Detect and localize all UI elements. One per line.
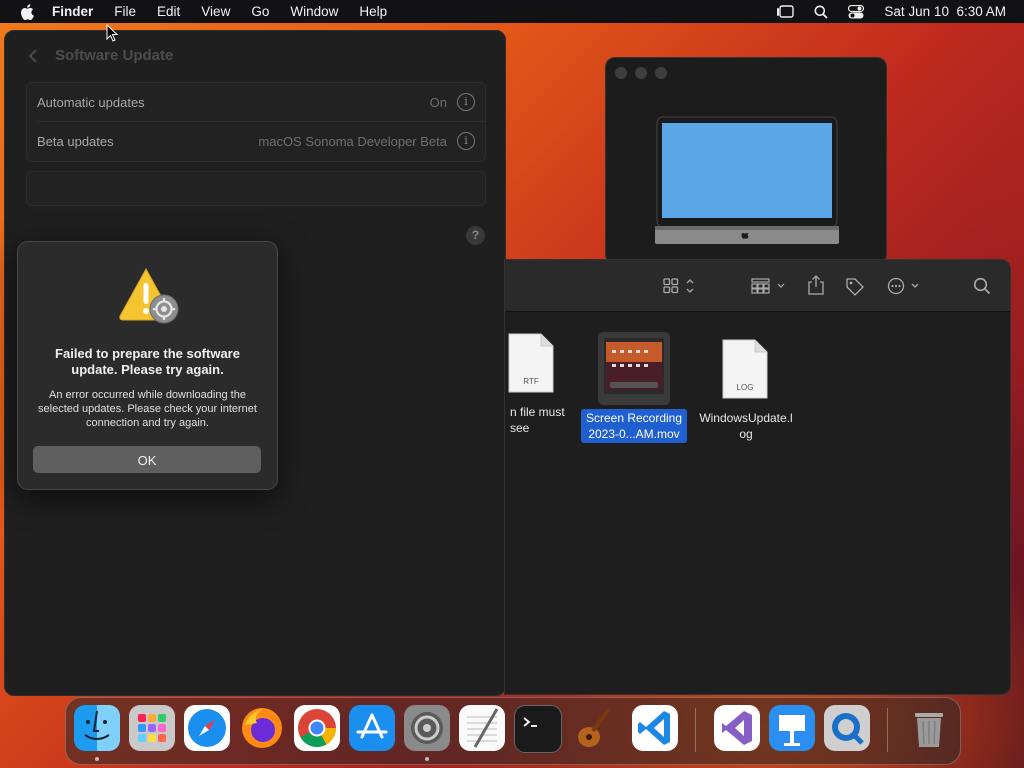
group-by-icon[interactable] xyxy=(751,277,789,300)
finder-window: RTF n file must see Screen Recording 202… xyxy=(504,259,1011,695)
info-icon[interactable]: i xyxy=(457,93,475,111)
menu-go[interactable]: Go xyxy=(251,4,269,19)
view-grid-icon[interactable] xyxy=(663,277,697,300)
beta-updates-row[interactable]: Beta updates macOS Sonoma Developer Beta… xyxy=(27,122,485,160)
finder-dock-icon[interactable] xyxy=(74,705,120,751)
warning-gear-icon xyxy=(118,266,180,326)
imac-preview-window xyxy=(605,57,887,264)
dock xyxy=(65,697,961,765)
finder-toolbar xyxy=(505,260,1010,312)
log-document-icon: LOG xyxy=(722,339,768,399)
safari-dock-icon[interactable] xyxy=(184,705,230,751)
automatic-updates-row[interactable]: Automatic updates On i xyxy=(27,83,485,121)
file-name: WindowsUpdate.log xyxy=(699,411,793,441)
apple-menu-icon[interactable] xyxy=(20,3,34,20)
help-icon[interactable]: ? xyxy=(466,226,485,245)
tag-icon[interactable] xyxy=(845,277,865,302)
file-name: Screen Recording 2023-0...AM.mov xyxy=(581,409,687,443)
mouse-cursor-icon xyxy=(106,24,119,42)
dock-separator xyxy=(695,708,696,752)
share-icon[interactable] xyxy=(807,274,825,301)
back-chevron-icon[interactable] xyxy=(27,47,39,65)
file-item[interactable]: RTF n file must see xyxy=(505,332,565,437)
more-actions-icon[interactable] xyxy=(887,277,923,300)
svg-text:RTF: RTF xyxy=(523,377,539,386)
file-item-selected[interactable]: Screen Recording 2023-0...AM.mov xyxy=(579,332,689,443)
menu-bar: Finder File Edit View Go Window Help Sat… xyxy=(0,0,1024,23)
dock-separator xyxy=(887,708,888,752)
menu-file[interactable]: File xyxy=(114,4,136,19)
menu-window[interactable]: Window xyxy=(290,4,338,19)
svg-text:LOG: LOG xyxy=(737,383,754,392)
file-item[interactable]: LOG WindowsUpdate.log xyxy=(691,332,801,443)
beta-updates-value: macOS Sonoma Developer Beta xyxy=(258,134,447,149)
window-controls xyxy=(615,67,667,79)
chrome-dock-icon[interactable] xyxy=(294,705,340,751)
update-settings-panel: Automatic updates On i Beta updates macO… xyxy=(26,82,486,162)
quicktime-dock-icon[interactable] xyxy=(824,705,870,751)
alert-message: An error occurred while downloading the … xyxy=(38,389,257,429)
menu-clock[interactable]: Sat Jun 10 6:30 AM xyxy=(884,4,1006,19)
update-status-box xyxy=(26,171,486,206)
vscode-dock-icon[interactable] xyxy=(632,705,678,751)
zoom-button[interactable] xyxy=(655,67,667,79)
firefox-dock-icon[interactable] xyxy=(239,705,285,751)
search-icon[interactable] xyxy=(973,277,991,300)
minimize-button[interactable] xyxy=(635,67,647,79)
system-settings-dock-icon[interactable] xyxy=(404,705,450,751)
automatic-updates-value: On xyxy=(429,95,447,110)
imac-icon xyxy=(655,116,839,244)
menu-help[interactable]: Help xyxy=(359,4,387,19)
trash-dock-icon[interactable] xyxy=(906,705,952,751)
info-icon[interactable]: i xyxy=(457,132,475,150)
running-indicator xyxy=(95,757,99,761)
rtf-document-icon: RTF xyxy=(508,333,554,393)
error-alert-dialog: Failed to prepare the software update. P… xyxy=(17,241,278,490)
menu-app-name[interactable]: Finder xyxy=(52,4,93,19)
launchpad-dock-icon[interactable] xyxy=(129,705,175,751)
video-thumbnail xyxy=(598,332,670,405)
beta-updates-label: Beta updates xyxy=(37,134,114,149)
spotlight-search-icon[interactable] xyxy=(814,5,829,19)
garageband-dock-icon[interactable] xyxy=(569,705,615,751)
file-name: n file must see xyxy=(510,405,565,435)
stage-manager-icon[interactable] xyxy=(776,4,795,19)
window-title: Software Update xyxy=(55,47,174,64)
textedit-dock-icon[interactable] xyxy=(459,705,505,751)
control-center-icon[interactable] xyxy=(848,4,865,19)
close-button[interactable] xyxy=(615,67,627,79)
visual-studio-dock-icon[interactable] xyxy=(714,705,760,751)
ok-button[interactable]: OK xyxy=(33,446,261,473)
menu-view[interactable]: View xyxy=(201,4,230,19)
keynote-dock-icon[interactable] xyxy=(769,705,815,751)
app-store-dock-icon[interactable] xyxy=(349,705,395,751)
alert-title: Failed to prepare the software update. P… xyxy=(55,346,240,377)
automatic-updates-label: Automatic updates xyxy=(37,95,145,110)
menu-edit[interactable]: Edit xyxy=(157,4,180,19)
terminal-dock-icon[interactable] xyxy=(514,705,562,753)
running-indicator xyxy=(425,757,429,761)
